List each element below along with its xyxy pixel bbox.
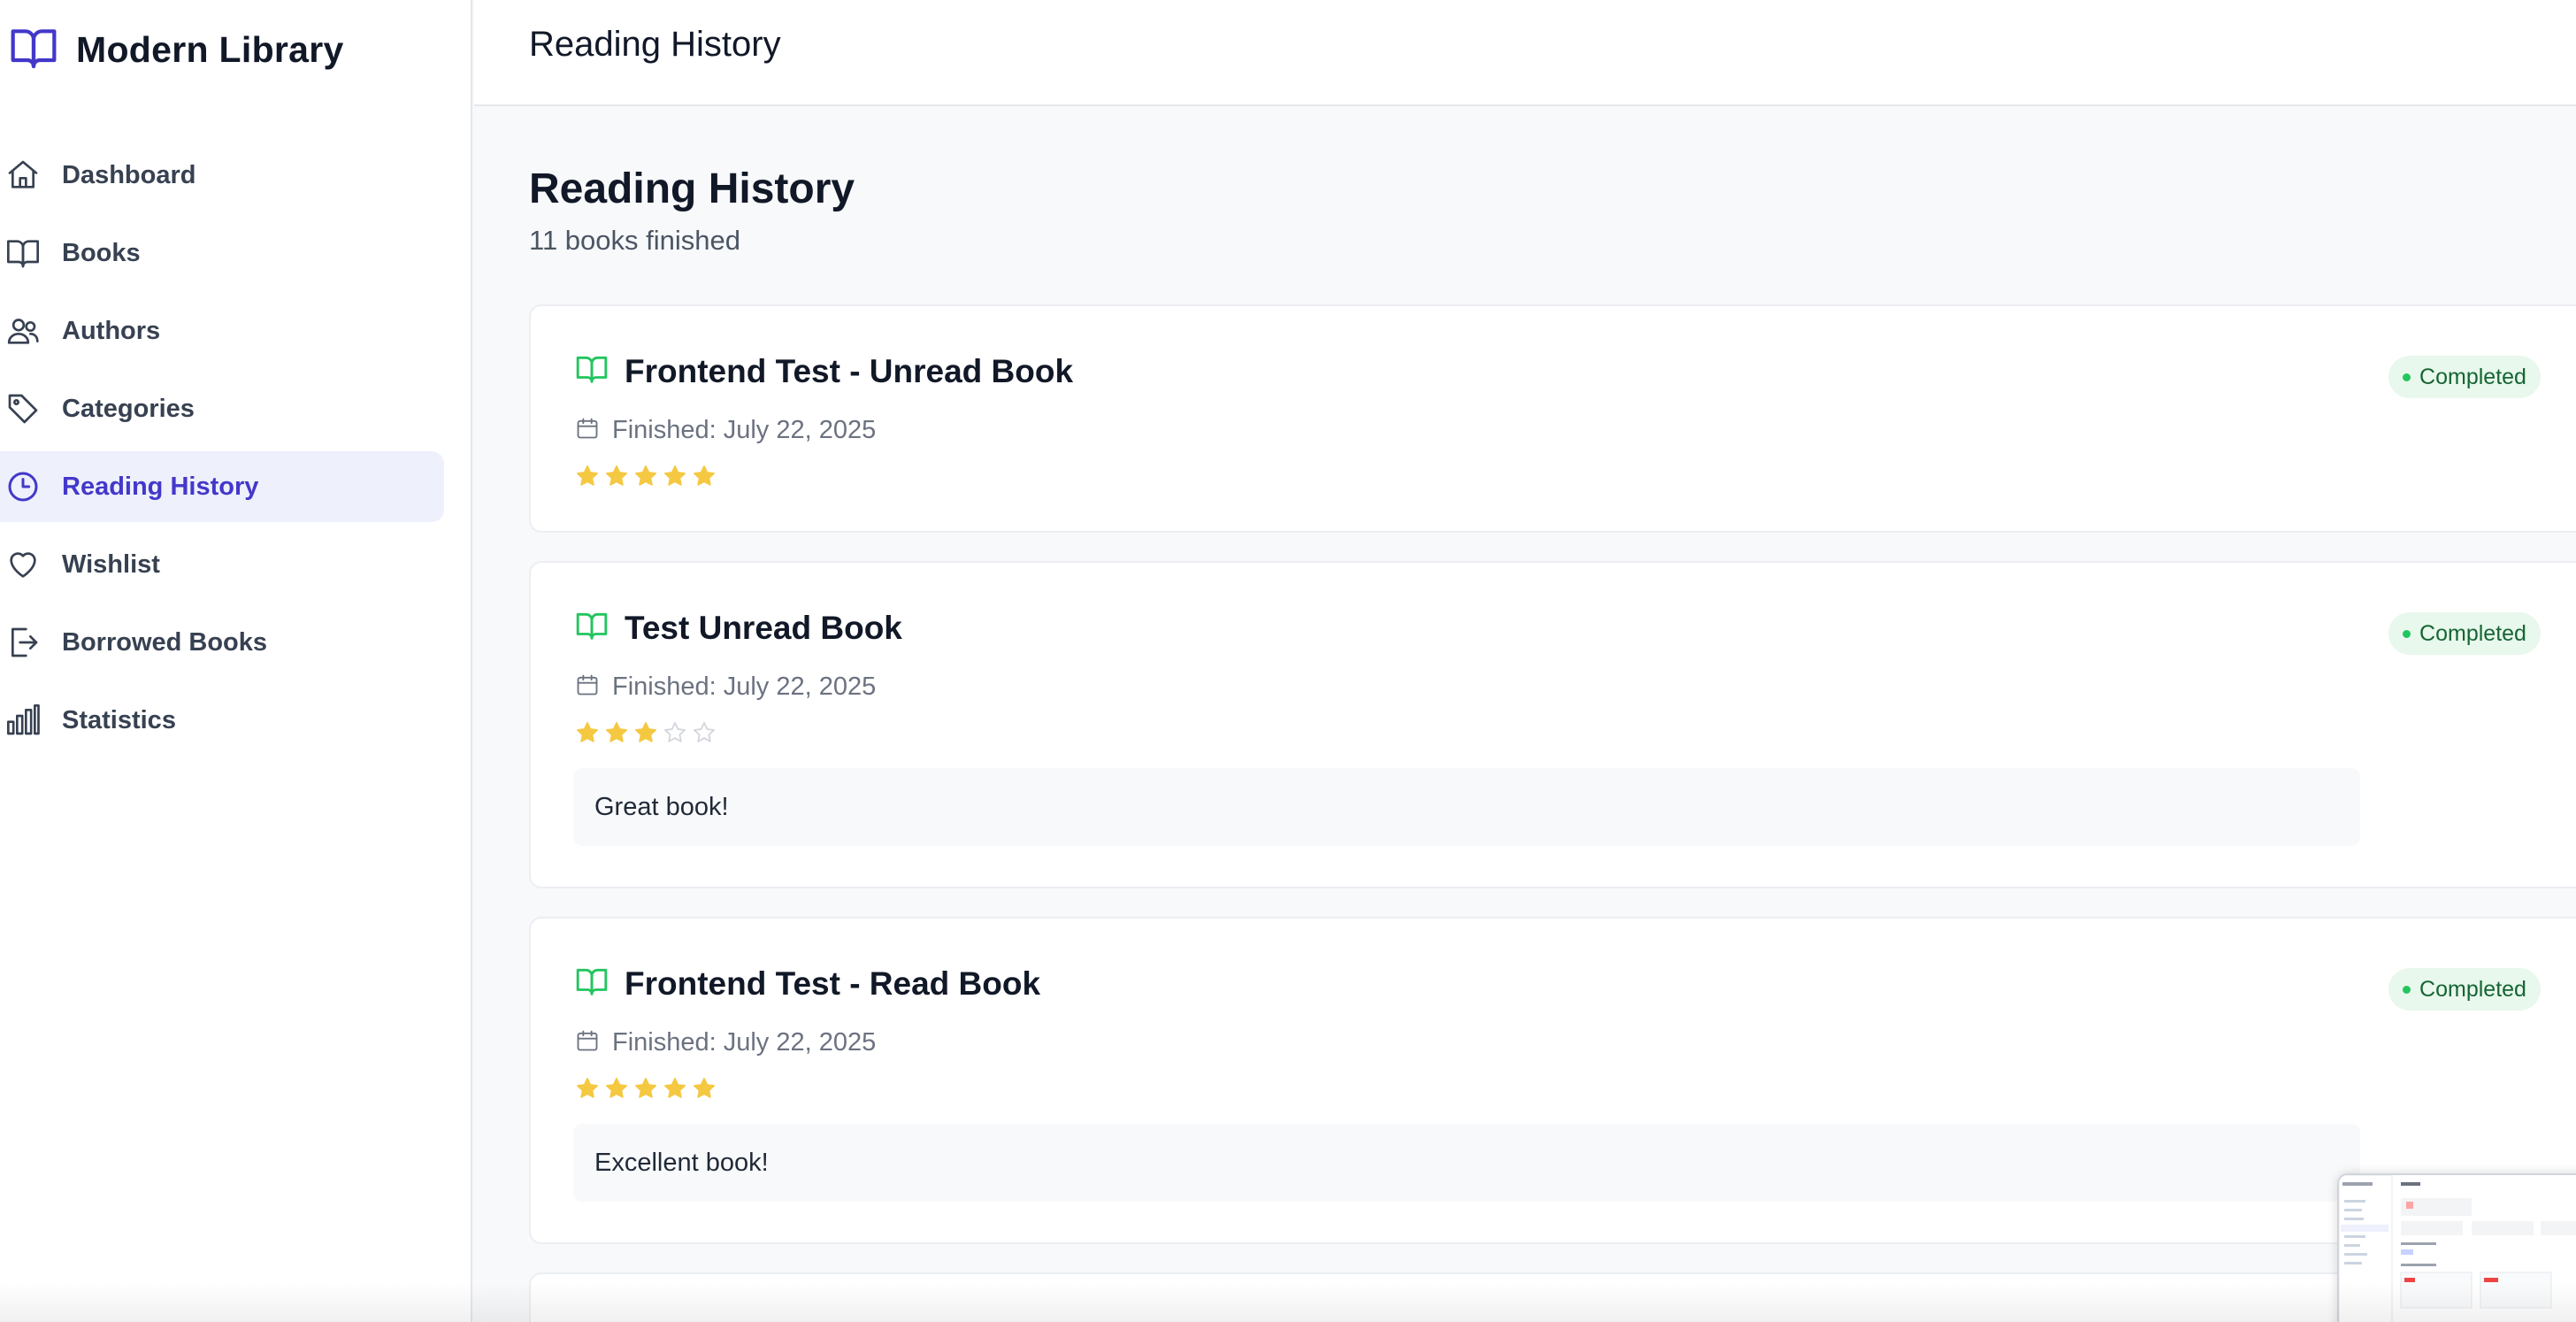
sidebar-item-borrowed-books[interactable]: Borrowed Books (0, 607, 444, 678)
review-text: Great book! (594, 792, 729, 821)
sidebar-item-authors[interactable]: Authors (0, 296, 444, 366)
sidebar-item-reading-history[interactable]: Reading History (0, 451, 444, 522)
status-badge: Completed (2388, 356, 2541, 398)
star-rating (575, 720, 717, 749)
heart-icon (5, 547, 41, 582)
sidebar-item-wishlist[interactable]: Wishlist (0, 529, 444, 600)
star-filled-icon (604, 720, 629, 749)
sidebar-item-label: Borrowed Books (62, 627, 268, 657)
book-icon (575, 352, 609, 390)
page-title: Reading History (529, 165, 855, 212)
star-filled-icon (692, 1076, 717, 1105)
star-empty-icon (692, 720, 717, 749)
sidebar-item-label: Statistics (62, 705, 176, 734)
star-filled-icon (604, 1076, 629, 1105)
star-filled-icon (663, 464, 687, 493)
star-filled-icon (692, 464, 717, 493)
book-icon (575, 609, 609, 647)
book-icon (5, 235, 41, 271)
book-open-logo-icon (9, 23, 58, 77)
sidebar: Modern Library Dashboard Books Authors C… (0, 0, 472, 1322)
finished-date-row: Finished: July 22, 2025 (575, 1028, 876, 1057)
sidebar-item-dashboard[interactable]: Dashboard (0, 140, 444, 211)
status-dot-icon (2403, 373, 2411, 381)
screenshot-thumbnail[interactable] (2337, 1173, 2576, 1322)
logout-icon (5, 625, 41, 660)
finished-date: Finished: July 22, 2025 (612, 416, 877, 444)
star-empty-icon (663, 720, 687, 749)
clock-icon (5, 469, 41, 504)
star-filled-icon (575, 1076, 600, 1105)
star-filled-icon (575, 464, 600, 493)
calendar-icon (575, 416, 600, 445)
card-title-row: Frontend Test - Read Book (575, 965, 1040, 1003)
book-title: Test Unread Book (625, 609, 902, 646)
history-card[interactable]: Frontend Test - Read Book Finished: July… (529, 917, 2576, 1244)
status-badge-label: Completed (2419, 364, 2526, 389)
review-text: Excellent book! (594, 1148, 769, 1177)
sidebar-item-statistics[interactable]: Statistics (0, 685, 444, 756)
sidebar-item-label: Dashboard (62, 160, 196, 189)
sidebar-item-label: Categories (62, 394, 195, 423)
sidebar-item-label: Books (62, 238, 141, 267)
status-dot-icon (2403, 985, 2411, 994)
review-note: Great book! (573, 768, 2360, 846)
card-title-row: Test Unread Book (575, 609, 902, 647)
page-subtitle: 11 books finished (529, 225, 740, 256)
calendar-icon (575, 1028, 600, 1057)
star-filled-icon (633, 1076, 658, 1105)
status-badge: Completed (2388, 968, 2541, 1011)
top-header: Reading History (474, 0, 2576, 106)
sidebar-item-books[interactable]: Books (0, 218, 444, 288)
header-title: Reading History (529, 25, 781, 64)
card-title-row: Frontend Test - Unread Book (575, 352, 1073, 390)
star-filled-icon (633, 464, 658, 493)
finished-date: Finished: July 22, 2025 (612, 1028, 877, 1057)
history-card[interactable]: Test Unread Book Finished: July 22, 2025… (529, 561, 2576, 888)
bar-chart-icon (5, 703, 41, 738)
finished-date: Finished: July 22, 2025 (612, 673, 877, 701)
sidebar-item-label: Wishlist (62, 550, 160, 579)
star-rating (575, 1076, 717, 1105)
book-title: Frontend Test - Unread Book (625, 352, 1074, 389)
star-rating (575, 464, 717, 493)
app-name: Modern Library (76, 28, 344, 70)
star-filled-icon (604, 464, 629, 493)
finished-date-row: Finished: July 22, 2025 (575, 416, 876, 445)
users-icon (5, 313, 41, 349)
history-card[interactable]: Frontend Test - Unread Book Finished: Ju… (529, 304, 2576, 533)
book-title: Frontend Test - Read Book (625, 965, 1041, 1002)
status-badge: Completed (2388, 612, 2541, 655)
sidebar-item-categories[interactable]: Categories (0, 373, 444, 444)
history-card[interactable] (529, 1272, 2576, 1322)
home-icon (5, 158, 41, 193)
finished-date-row: Finished: July 22, 2025 (575, 673, 876, 702)
status-dot-icon (2403, 629, 2411, 638)
sidebar-item-label: Reading History (62, 472, 259, 501)
status-badge-label: Completed (2419, 976, 2526, 1002)
status-badge-label: Completed (2419, 620, 2526, 646)
star-filled-icon (633, 720, 658, 749)
review-note: Excellent book! (573, 1124, 2360, 1202)
tag-icon (5, 391, 41, 427)
star-filled-icon (663, 1076, 687, 1105)
brand[interactable]: Modern Library (9, 23, 344, 76)
calendar-icon (575, 673, 600, 702)
star-filled-icon (575, 720, 600, 749)
book-icon (575, 965, 609, 1003)
sidebar-item-label: Authors (62, 316, 161, 345)
